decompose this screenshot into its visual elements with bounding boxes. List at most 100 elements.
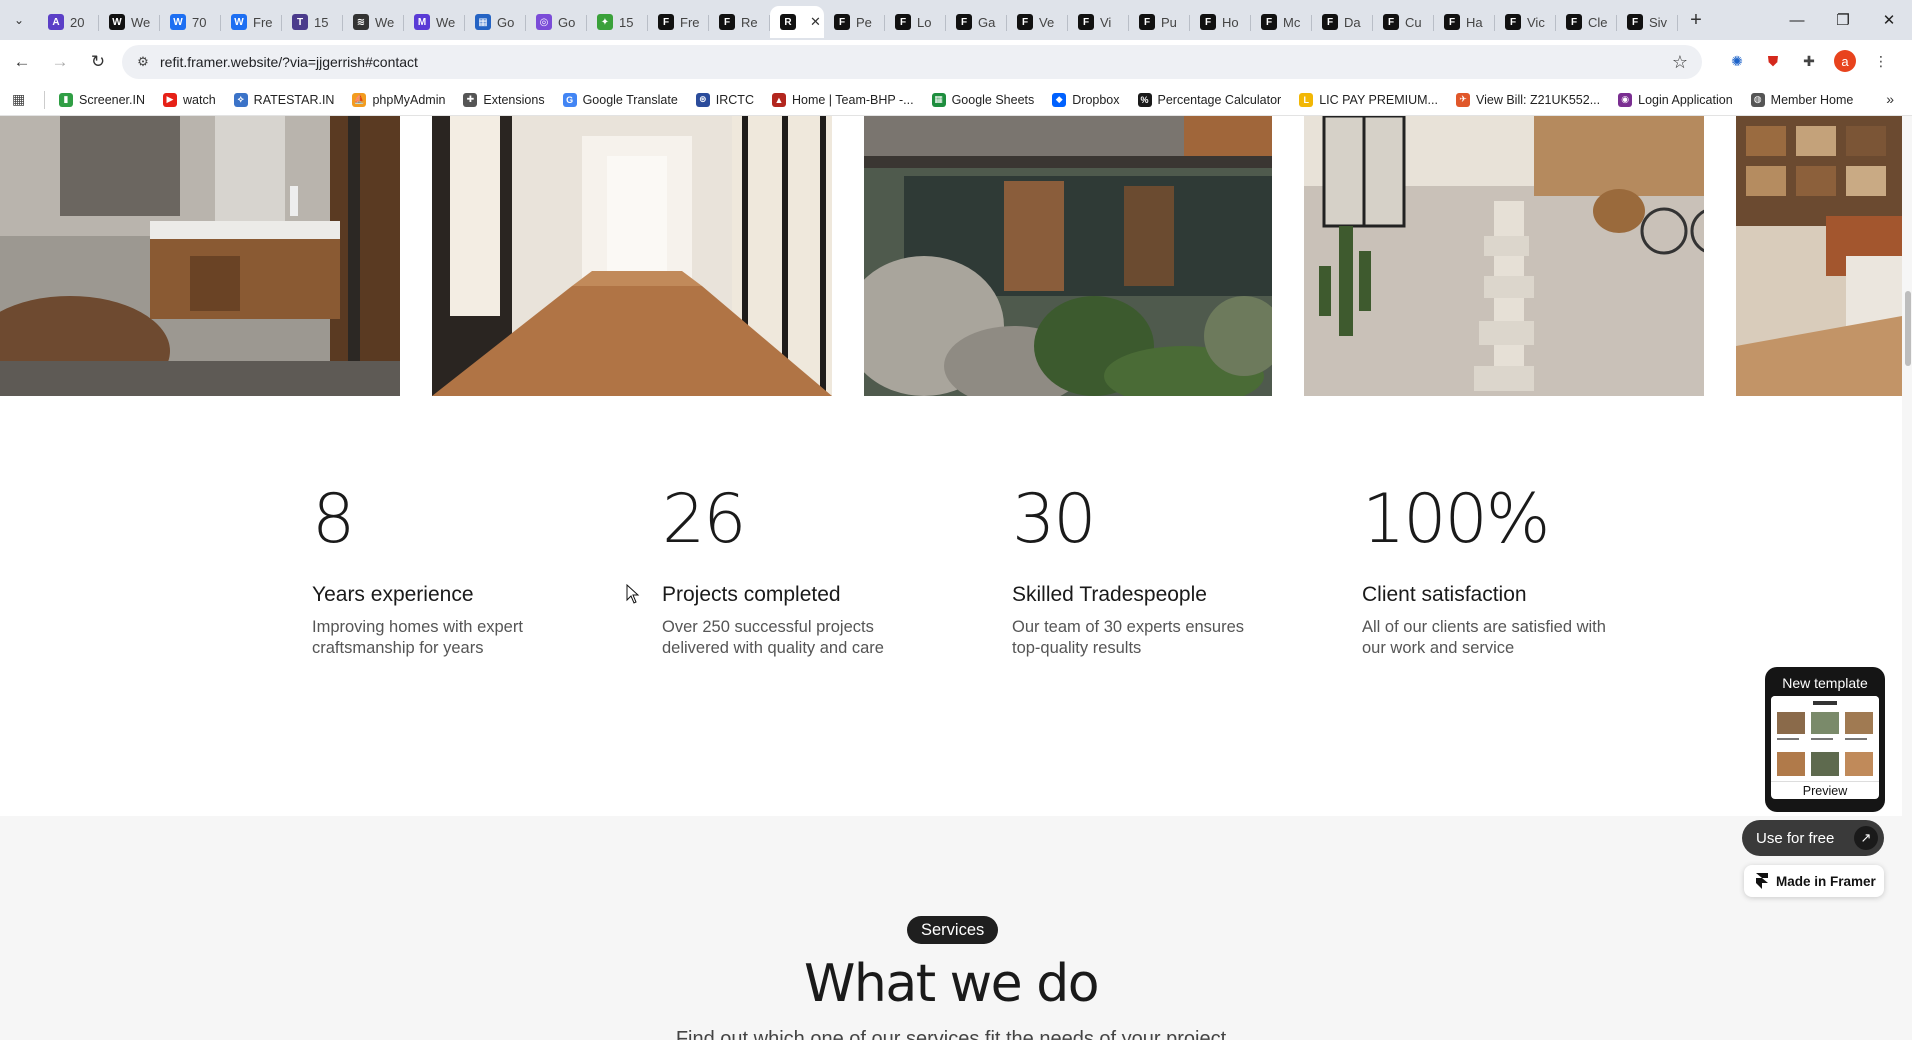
browser-tab[interactable]: F Cle	[1556, 6, 1617, 38]
browser-tab[interactable]: R ✕	[770, 6, 824, 38]
calendar-icon: ▦	[475, 14, 491, 30]
template-icon: T	[292, 14, 308, 30]
site-info-icon[interactable]: ⚙	[128, 54, 158, 70]
use-for-free-button[interactable]: Use for free ↗	[1742, 820, 1884, 856]
bookmark-star-icon[interactable]: ☆	[1672, 52, 1688, 73]
profile-avatar[interactable]: a	[1834, 50, 1856, 72]
tab-title: Ga	[978, 14, 996, 30]
framer-icon: F	[1017, 14, 1033, 30]
browser-tab[interactable]: F Pu	[1129, 6, 1190, 38]
stat-client-satisfaction: 100% Client satisfaction All of our clie…	[1362, 486, 1642, 659]
browser-tab[interactable]: F Da	[1312, 6, 1373, 38]
bar-chart-icon: ▮	[59, 92, 73, 107]
bookmark-item[interactable]: ▲ Home | Team-BHP -...	[771, 92, 914, 107]
bookmark-item[interactable]: ⟡ RATESTAR.IN	[233, 92, 335, 107]
new-tab-button[interactable]: +	[1678, 0, 1714, 40]
new-template-card[interactable]: New template Preview	[1765, 667, 1885, 812]
bookmark-label: Screener.IN	[79, 92, 146, 107]
browser-tab[interactable]: F Ha	[1434, 6, 1495, 38]
template-title: New template	[1782, 675, 1868, 691]
globe-icon: ◍	[1750, 92, 1765, 107]
bookmark-item[interactable]: ◉ Login Application	[1618, 92, 1733, 107]
template-thumbnail[interactable]	[1771, 696, 1879, 781]
browser-tab[interactable]: F Vic	[1495, 6, 1556, 38]
leaf-icon: ✦	[597, 14, 613, 30]
forward-arrow-icon[interactable]: →	[44, 46, 76, 78]
tab-title: Vi	[1100, 14, 1112, 30]
stat-years-experience: 8 Years experience Improving homes with …	[312, 486, 592, 659]
bookmark-list: ▮ Screener.IN ▶ watch ⟡ RATESTAR.IN ⛵ phpMyAdmi…	[59, 92, 1871, 107]
browser-tab[interactable]: F Vi	[1068, 6, 1129, 38]
bookmark-label: IRCTC	[715, 92, 754, 107]
url-text[interactable]: refit.framer.website/?via=jjgerrish#cont…	[160, 54, 418, 70]
template-preview-button[interactable]: Preview	[1771, 781, 1879, 799]
minimize-icon[interactable]: —	[1774, 0, 1820, 40]
browser-tab[interactable]: W 70	[160, 6, 221, 38]
browser-tab[interactable]: T 15	[282, 6, 343, 38]
youtube-icon: ▶	[163, 92, 178, 107]
bookmark-label: Dropbox	[1072, 92, 1120, 107]
browser-tab[interactable]: A 20	[38, 6, 99, 38]
reload-icon[interactable]: ↻	[82, 46, 114, 78]
browser-tab[interactable]: F Lo	[885, 6, 946, 38]
shield-extension-icon[interactable]: ⛊	[1762, 50, 1784, 72]
tab-title: 15	[314, 14, 329, 30]
tab-search-chevron-icon[interactable]: ⌄	[0, 0, 38, 40]
photo-gallery	[0, 116, 1902, 396]
bookmark-item[interactable]: ▶ watch	[163, 92, 216, 107]
use-for-free-label: Use for free	[1756, 829, 1835, 847]
bookmark-label: Google Translate	[582, 92, 678, 107]
menu-kebab-icon[interactable]: ⋮	[1870, 50, 1892, 72]
scrollbar-thumb[interactable]	[1905, 291, 1911, 366]
stat-projects-completed: 26 Projects completed Over 250 successfu…	[662, 486, 942, 659]
more-bookmarks-chevron-icon[interactable]: »	[1886, 91, 1894, 107]
extensions-puzzle-icon[interactable]: ✚	[1798, 50, 1820, 72]
bookmark-item[interactable]: ▦ Google Sheets	[931, 92, 1034, 107]
framer-icon: F	[1566, 14, 1582, 30]
lic-icon: L	[1299, 92, 1314, 107]
tab-close-icon[interactable]: ✕	[810, 14, 821, 30]
browser-tab[interactable]: F Mc	[1251, 6, 1312, 38]
made-in-framer-badge[interactable]: Made in Framer	[1744, 865, 1884, 897]
browser-tab[interactable]: F Fre	[648, 6, 709, 38]
bookmark-item[interactable]: L LIC PAY PREMIUM...	[1299, 92, 1438, 107]
refit-icon: R	[780, 14, 796, 30]
bookmark-label: RATESTAR.IN	[253, 92, 335, 107]
browser-tab[interactable]: W We	[99, 6, 160, 38]
browser-tab[interactable]: F Cu	[1373, 6, 1434, 38]
bookmark-item[interactable]: % Percentage Calculator	[1137, 92, 1281, 107]
apps-grid-icon[interactable]: ▦	[12, 91, 32, 108]
page-scrollbar[interactable]	[1902, 116, 1912, 1040]
browser-tab[interactable]: ✦ 15	[587, 6, 648, 38]
made-in-framer-label: Made in Framer	[1776, 873, 1876, 889]
browser-tab[interactable]: W Fre	[221, 6, 282, 38]
browser-tab[interactable]: F Pe	[824, 6, 885, 38]
window-controls: — ❐ ✕	[1774, 0, 1912, 40]
restore-icon[interactable]: ❐	[1820, 0, 1866, 40]
framer-icon: F	[895, 14, 911, 30]
bookmark-item[interactable]: ◆ Dropbox	[1052, 92, 1120, 107]
bookmark-item[interactable]: ✈ View Bill: Z21UK552...	[1455, 92, 1600, 107]
bookmark-item[interactable]: ◍ Member Home	[1750, 92, 1854, 107]
browser-tab[interactable]: ≋ We	[343, 6, 404, 38]
close-window-icon[interactable]: ✕	[1866, 0, 1912, 40]
bookmark-item[interactable]: ✚ Extensions	[463, 92, 545, 107]
browser-tab[interactable]: F Re	[709, 6, 770, 38]
back-arrow-icon[interactable]: ←	[6, 46, 38, 78]
browser-tab[interactable]: M We	[404, 6, 465, 38]
bookmark-label: Member Home	[1770, 92, 1854, 107]
browser-tab[interactable]: ▦ Go	[465, 6, 526, 38]
extension-icons: ✺ ⛊ ✚ a ⋮	[1726, 50, 1892, 72]
tab-title: Pu	[1161, 14, 1177, 30]
browser-tab[interactable]: ◎ Go	[526, 6, 587, 38]
bookmark-item[interactable]: ⛵ phpMyAdmin	[352, 92, 445, 107]
bookmark-item[interactable]: G Google Translate	[562, 92, 678, 107]
bookmark-item[interactable]: ⊛ IRCTC	[695, 92, 754, 107]
globe-extension-icon[interactable]: ✺	[1726, 50, 1748, 72]
address-bar[interactable]: ⚙ refit.framer.website/?via=jjgerrish#co…	[122, 45, 1702, 79]
bookmark-item[interactable]: ▮ Screener.IN	[59, 92, 146, 107]
browser-tab[interactable]: F Siv	[1617, 6, 1678, 38]
browser-tab[interactable]: F Ve	[1007, 6, 1068, 38]
browser-tab[interactable]: F Ho	[1190, 6, 1251, 38]
browser-tab[interactable]: F Ga	[946, 6, 1007, 38]
